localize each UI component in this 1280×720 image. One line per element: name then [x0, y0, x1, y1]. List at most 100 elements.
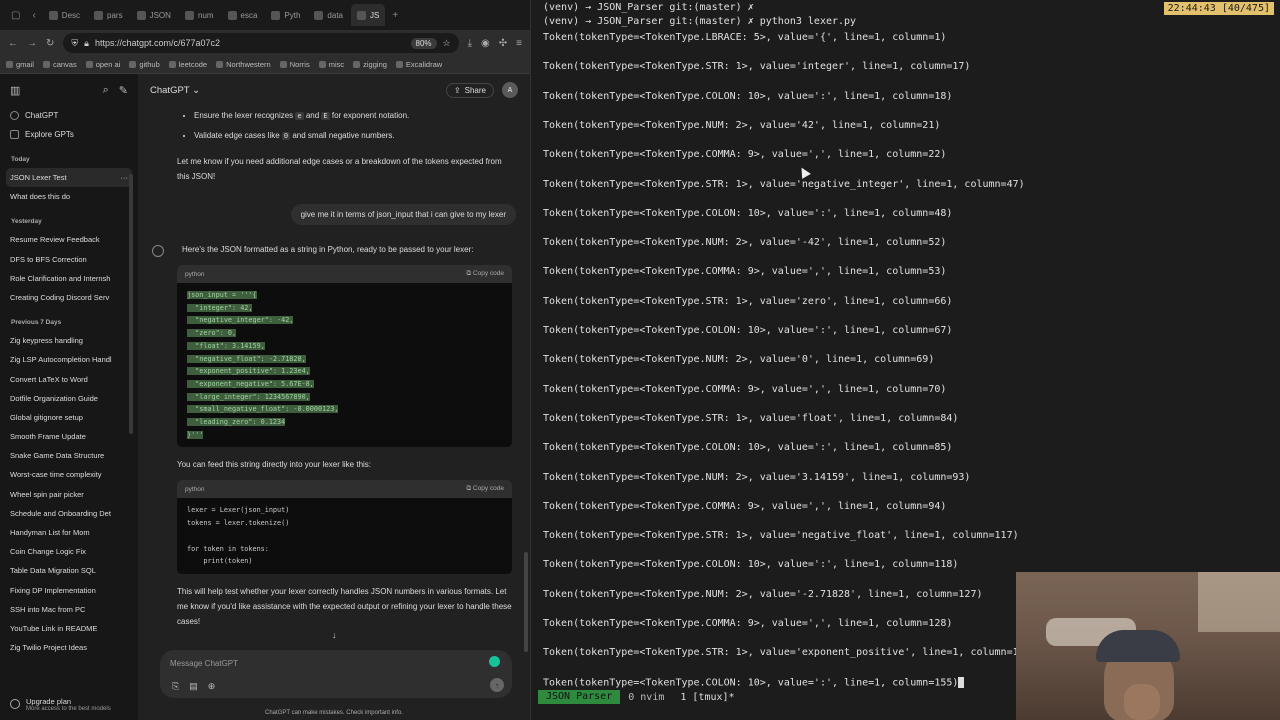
browser-tab[interactable]: esca — [222, 4, 264, 26]
pane-divider[interactable] — [530, 0, 538, 720]
browser-tab[interactable]: JSON — [131, 4, 177, 26]
send-button[interactable]: ↑ — [490, 678, 504, 692]
browser-tab[interactable]: pars — [88, 4, 129, 26]
forward-icon[interactable]: → — [27, 38, 37, 49]
browser-tab[interactable]: Pyth — [265, 4, 306, 26]
tools-icon[interactable]: ▤ — [189, 681, 198, 692]
tab-label: data — [327, 10, 343, 20]
chat-scrollbar[interactable] — [524, 552, 528, 652]
history-item[interactable]: JSON Lexer Test ··· — [6, 168, 132, 188]
back-tab-icon[interactable]: ‹ — [27, 10, 40, 21]
new-chat-icon[interactable]: ✎ — [119, 84, 128, 97]
tab-favicon-icon — [94, 10, 104, 20]
grammarly-icon[interactable] — [489, 656, 500, 667]
bookmark-item[interactable]: Norris — [279, 60, 310, 69]
history-item[interactable]: Zig keypress handling — [0, 331, 138, 350]
sidebar-link-chatgpt[interactable]: ChatGPT — [0, 106, 138, 125]
reload-icon[interactable]: ↻ — [46, 38, 54, 49]
new-tab-icon[interactable]: + — [387, 10, 403, 21]
code-line: "zero": 0, — [187, 327, 502, 340]
bookmark-item[interactable]: github — [129, 60, 160, 69]
history-item[interactable]: DFS to BFS Correction — [0, 250, 138, 269]
browser-tab[interactable]: data — [308, 4, 349, 26]
history-item-label: Zig keypress handling — [10, 336, 83, 346]
history-item[interactable]: Smooth Frame Update — [0, 427, 138, 446]
menu-icon[interactable]: ≡ — [516, 38, 522, 49]
history-item[interactable]: Resume Review Feedback — [0, 230, 138, 249]
browser-tab[interactable]: Desc — [43, 4, 86, 26]
browser-tab[interactable]: num — [179, 4, 220, 26]
bookmark-item[interactable]: zigging — [353, 60, 387, 69]
bookmark-icon — [353, 61, 361, 68]
inline-code: E — [321, 112, 330, 120]
bullet-text: Validate edge cases like — [194, 131, 282, 140]
code-line: "negative_integer": -42, — [187, 314, 502, 327]
globe-icon[interactable]: ⊕ — [208, 681, 216, 692]
composer-tools: ⎘ ▤ ⊕ — [172, 681, 215, 692]
history-item[interactable]: Snake Game Data Structure — [0, 446, 138, 465]
history-item[interactable]: Zig LSP Autocompletion Handl — [0, 350, 138, 369]
sidebar-toggle-icon[interactable]: ▢ — [6, 10, 25, 21]
star-icon[interactable]: ☆ — [443, 38, 451, 49]
sidebar-link-explore[interactable]: Explore GPTs — [0, 125, 138, 144]
history-item[interactable]: Wheel spin pair picker — [0, 485, 138, 504]
bookmark-item[interactable]: canvas — [42, 60, 77, 69]
bookmark-label: open ai — [95, 60, 121, 69]
history-item[interactable]: Creating Coding Discord Serv — [0, 288, 138, 307]
bookmark-item[interactable]: Excalidraw — [395, 60, 442, 69]
message-input[interactable] — [170, 656, 470, 670]
tab-label: Pyth — [284, 10, 301, 20]
tmux-window-1[interactable]: 1 [tmux]* — [672, 692, 742, 703]
download-icon[interactable]: ⤓ — [468, 38, 472, 49]
history-item[interactable]: Convert LaTeX to Word — [0, 370, 138, 389]
bookmark-item[interactable]: open ai — [85, 60, 121, 69]
history-item-label: Zig LSP Autocompletion Handl — [10, 355, 112, 365]
bookmark-icon — [279, 61, 287, 68]
tmux-session[interactable]: JSON Parser — [538, 690, 621, 704]
browser-tab[interactable]: JS — [351, 4, 386, 26]
code-body[interactable]: lexer = Lexer(json_input) tokens = lexer.… — [177, 498, 512, 574]
terminal-line: Token(tokenType=<TokenType.COMMA: 9>, va… — [543, 149, 947, 161]
history-item[interactable]: SSH into Mac from PC — [0, 600, 138, 619]
history-item[interactable]: Handyman List for Mom — [0, 523, 138, 542]
more-options-icon[interactable]: ··· — [121, 168, 129, 187]
history-item[interactable]: YouTube Link in README — [0, 619, 138, 638]
terminal-line: Token(tokenType=<TokenType.NUM: 2>, valu… — [543, 588, 983, 600]
code-text: "small_negative_float": -0.0000123, — [187, 405, 339, 414]
history-item[interactable]: Role Clarification and Internsh — [0, 269, 138, 288]
code-header: python ⧉ Copy code — [177, 480, 512, 499]
history-item[interactable]: Schedule and Onboarding Det — [0, 504, 138, 523]
avatar[interactable]: A — [502, 82, 518, 98]
model-selector[interactable]: ChatGPT ⌄ — [150, 85, 200, 96]
extension-icon[interactable]: ◉ — [481, 38, 490, 49]
tmux-window-0[interactable]: 0 nvim — [620, 692, 672, 703]
history-item[interactable]: What does this do — [0, 187, 138, 206]
copy-code-button[interactable]: ⧉ Copy code — [466, 270, 504, 278]
scroll-down-icon[interactable]: ↓ — [332, 630, 337, 640]
zoom-badge[interactable]: 80% — [410, 37, 437, 49]
history-item[interactable]: Global gitignore setup — [0, 408, 138, 427]
address-bar[interactable]: ⛨ 🔒︎ https://chatgpt.com/c/677a07c2 80% … — [63, 33, 459, 53]
code-line: "exponent_positive": 1.23e4, — [187, 365, 502, 378]
sidebar-scrollbar[interactable] — [129, 174, 133, 434]
back-icon[interactable]: ← — [8, 38, 18, 49]
history-item[interactable]: Dotfile Organization Guide — [0, 389, 138, 408]
bookmark-item[interactable]: leetcode — [168, 60, 207, 69]
terminal-line: Token(tokenType=<TokenType.LBRACE: 5>, v… — [543, 32, 947, 43]
puzzle-icon[interactable]: ✣ — [499, 38, 507, 49]
upgrade-plan[interactable]: Upgrade plan More access to the best mod… — [0, 697, 138, 712]
history-item[interactable]: Coin Change Logic Fix — [0, 542, 138, 561]
bookmark-item[interactable]: misc — [318, 60, 344, 69]
search-icon[interactable]: ⌕ — [103, 84, 109, 97]
sidebar-collapse-icon[interactable]: ▥ — [10, 84, 20, 97]
share-button[interactable]: ⇪ Share — [445, 82, 494, 98]
bookmark-item[interactable]: Northwestern — [216, 60, 271, 69]
history-item[interactable]: Worst-case time complexity — [0, 465, 138, 484]
bookmark-item[interactable]: gmail — [6, 60, 34, 69]
history-item[interactable]: Table Data Migration SQL — [0, 561, 138, 580]
history-item[interactable]: Fixing DP Implementation — [0, 581, 138, 600]
attach-icon[interactable]: ⎘ — [172, 681, 179, 692]
history-item[interactable]: Zig Twilio Project Ideas — [0, 638, 138, 657]
code-body[interactable]: json_input = '''{ "integer": 42, "negati… — [177, 283, 512, 447]
copy-code-button[interactable]: ⧉ Copy code — [466, 485, 504, 493]
